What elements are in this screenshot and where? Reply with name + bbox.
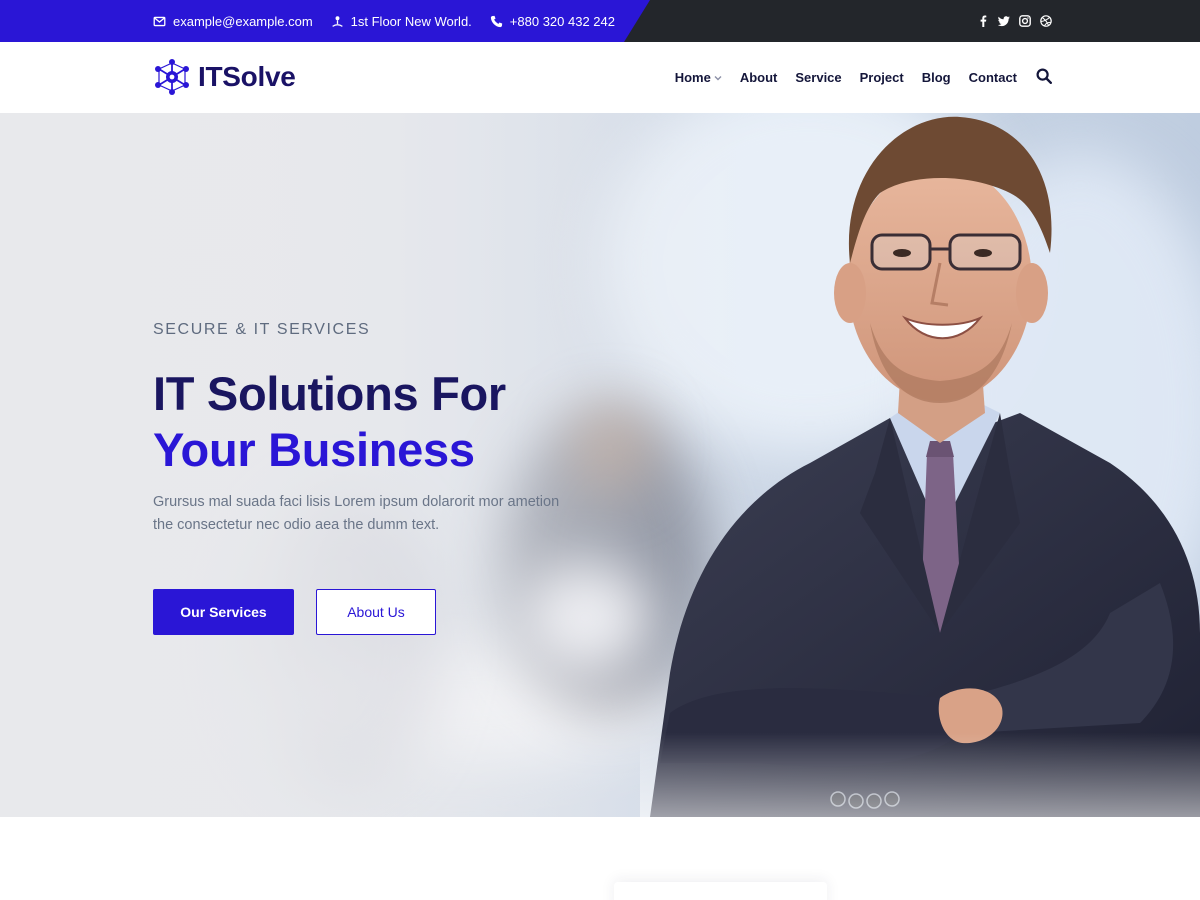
nav-contact[interactable]: Contact xyxy=(969,70,1017,85)
nav-contact-label: Contact xyxy=(968,70,1017,85)
hero-section: SECURE & IT SERVICES IT Solutions For Yo… xyxy=(0,113,1200,817)
network-logo-icon xyxy=(155,59,189,95)
hero-description: Grursus mal suada faci lisis Lorem ipsum… xyxy=(153,494,560,533)
about-us-button[interactable]: About Us xyxy=(316,589,436,635)
envelope-icon xyxy=(153,16,166,26)
nav-project[interactable]: Project xyxy=(860,70,904,85)
address-info: 1st Floor New World. xyxy=(331,14,472,29)
nav-service-label: Service xyxy=(795,70,842,85)
feature-card xyxy=(614,882,827,900)
nav-home-label: Home xyxy=(674,70,711,85)
dribbble-icon xyxy=(1040,15,1052,27)
hero-title: IT Solutions For Your Business xyxy=(153,366,506,478)
nav-home[interactable]: Home xyxy=(675,70,722,85)
facebook-link[interactable] xyxy=(977,15,989,27)
twitter-icon xyxy=(998,16,1010,27)
hero-title-line2: Your Business xyxy=(153,423,475,476)
site-logo[interactable]: ITSolve xyxy=(153,58,296,96)
dribbble-link[interactable] xyxy=(1040,15,1052,27)
twitter-link[interactable] xyxy=(998,15,1010,27)
nav-project-label: Project xyxy=(859,70,904,85)
nav-blog-label: Blog xyxy=(921,70,951,85)
nav-about-label: About xyxy=(739,70,778,85)
address-text: 1st Floor New World. xyxy=(350,13,472,29)
businessman-image xyxy=(640,113,1200,817)
instagram-link[interactable] xyxy=(1019,15,1031,27)
nav-about[interactable]: About xyxy=(740,70,778,85)
nav-blog[interactable]: Blog xyxy=(922,70,951,85)
contact-info: example@example.com 1st Floor New World.… xyxy=(153,0,633,42)
instagram-icon xyxy=(1019,15,1031,27)
nav-service[interactable]: Service xyxy=(795,70,841,85)
search-icon xyxy=(1036,68,1053,85)
main-nav: Home About Service Project Blog Contact xyxy=(675,42,1017,113)
email-info[interactable]: example@example.com xyxy=(153,14,313,29)
hero-subtitle: SECURE & IT SERVICES xyxy=(153,321,371,338)
chevron-down-icon xyxy=(714,75,722,80)
our-services-button[interactable]: Our Services xyxy=(153,589,294,635)
logo-text: ITSolve xyxy=(198,61,296,92)
phone-icon xyxy=(490,15,502,27)
search-button[interactable] xyxy=(1036,68,1053,85)
social-links xyxy=(977,0,1052,42)
email-text: example@example.com xyxy=(173,13,313,29)
main-header: ITSolve Home About Service Project Blog … xyxy=(0,42,1200,113)
phone-info[interactable]: +880 320 432 242 xyxy=(490,14,615,29)
hero-title-line1: IT Solutions For xyxy=(153,367,506,420)
top-bar: example@example.com 1st Floor New World.… xyxy=(0,0,1200,42)
facebook-icon xyxy=(980,15,987,27)
phone-text: +880 320 432 242 xyxy=(509,13,615,29)
location-icon xyxy=(331,15,343,27)
